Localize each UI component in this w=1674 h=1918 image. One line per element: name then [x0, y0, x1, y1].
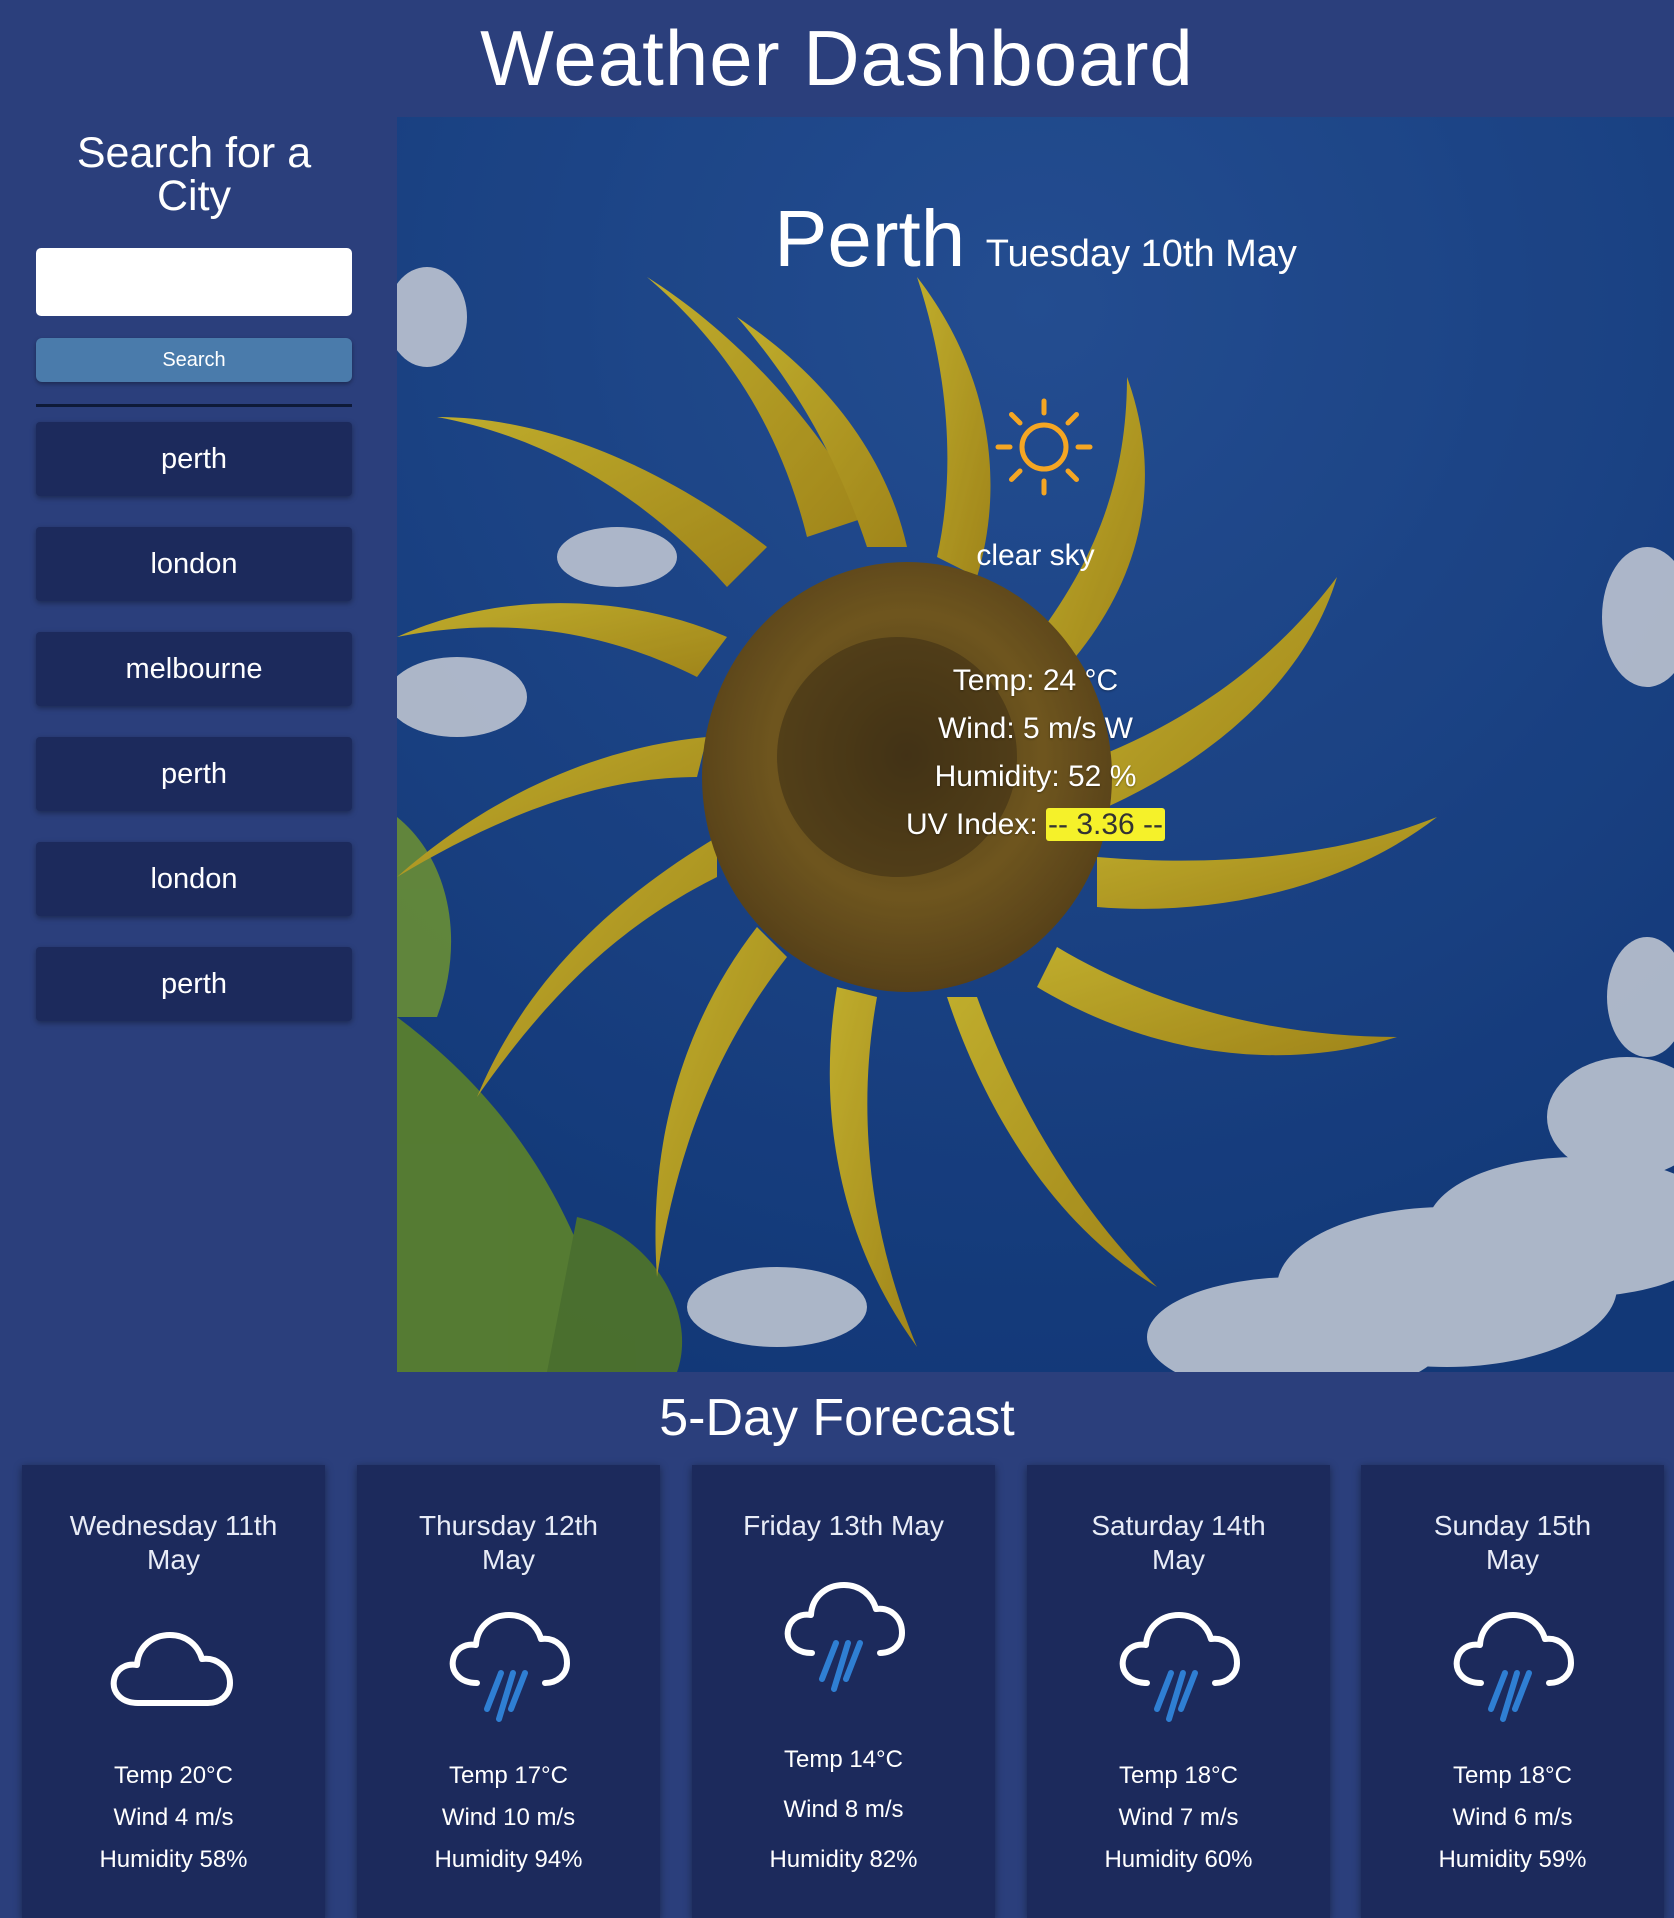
forecast-wind: Wind 6 m/s	[1452, 1804, 1573, 1831]
current-weather-content: Perth Tuesday 10th May clear sky Temp: 2…	[397, 117, 1674, 1372]
current-weather-panel: Perth Tuesday 10th May clear sky Temp: 2…	[397, 117, 1674, 1372]
rain-cloud-icon	[1453, 1612, 1574, 1722]
forecast-stats: Temp 17°C Wind 10 m/s Humidity 94%	[357, 1755, 660, 1881]
search-history-list: perth london melbourne perth london pert…	[36, 422, 352, 1021]
forecast-humidity: Humidity 82%	[769, 1846, 918, 1873]
search-button[interactable]: Search	[36, 338, 352, 382]
uv-index-row: UV Index: -- 3.36 --	[397, 801, 1674, 849]
page-title: Weather Dashboard	[480, 13, 1194, 102]
forecast-temp: Temp 18°C	[1453, 1762, 1572, 1789]
forecast-stats: Temp 14°C Wind 8 m/s Humidity 82%	[692, 1735, 995, 1885]
current-temp: Temp: 24 °C	[952, 664, 1119, 697]
forecast-stats: Temp 20°C Wind 4 m/s Humidity 58%	[22, 1755, 325, 1881]
forecast-date: Sunday 15th May	[1371, 1509, 1654, 1577]
forecast-temp: Temp 14°C	[784, 1746, 903, 1773]
history-item[interactable]: london	[36, 527, 352, 601]
forecast-stats: Temp 18°C Wind 7 m/s Humidity 60%	[1027, 1755, 1330, 1881]
sidebar: Search for a City Search perth london me…	[36, 118, 352, 1052]
forecast-date: Saturday 14th May	[1037, 1509, 1320, 1577]
forecast-date-line: Saturday 14th	[1091, 1510, 1266, 1541]
forecast-date-line: May	[147, 1544, 200, 1575]
forecast-wind: Wind 4 m/s	[113, 1804, 234, 1831]
forecast-date-line: May	[482, 1544, 535, 1575]
forecast-date-line: May	[1152, 1544, 1205, 1575]
app-header: Weather Dashboard	[0, 0, 1674, 116]
rain-cloud-icon	[1119, 1612, 1240, 1722]
forecast-date: Friday 13th May	[702, 1509, 985, 1543]
current-humidity: Humidity: 52 %	[934, 760, 1137, 793]
forecast-wind: Wind 8 m/s	[783, 1796, 904, 1823]
forecast-date: Thursday 12th May	[367, 1509, 650, 1577]
city-name: Perth	[774, 194, 966, 283]
uv-index-badge: -- 3.36 --	[1046, 808, 1166, 841]
forecast-title: 5-Day Forecast	[659, 1389, 1015, 1447]
current-date: Tuesday 10th May	[985, 233, 1297, 275]
uv-index-label: UV Index:	[905, 808, 1038, 841]
current-wind: Wind: 5 m/s W	[937, 712, 1133, 745]
forecast-date-line: Sunday 15th	[1433, 1510, 1592, 1541]
forecast-stats: Temp 18°C Wind 6 m/s Humidity 59%	[1361, 1755, 1664, 1881]
forecast-date-line: Thursday 12th	[419, 1510, 598, 1541]
forecast-card: Friday 13th May Temp 14°C Wind 8 m/s Hum…	[692, 1465, 995, 1918]
city-heading: Perth Tuesday 10th May	[397, 193, 1674, 285]
history-item[interactable]: perth	[36, 422, 352, 496]
forecast-card: Saturday 14th May Temp 18°C Wind 7 m/s H…	[1027, 1465, 1330, 1918]
sidebar-divider	[36, 404, 352, 407]
forecast-temp: Temp 17°C	[449, 1762, 568, 1789]
sun-icon	[995, 398, 1093, 496]
history-item[interactable]: london	[36, 842, 352, 916]
forecast-humidity: Humidity 59%	[1438, 1846, 1587, 1873]
forecast-humidity: Humidity 94%	[434, 1846, 583, 1873]
forecast-humidity: Humidity 60%	[1104, 1846, 1253, 1873]
sidebar-title: Search for a City	[76, 129, 312, 220]
forecast-date-line: Wednesday 11th	[69, 1510, 278, 1541]
cloud-icon	[110, 1632, 233, 1706]
city-search-input[interactable]	[36, 248, 352, 316]
rain-cloud-icon	[449, 1612, 570, 1722]
forecast-date: Wednesday 11th May	[32, 1509, 315, 1577]
rain-cloud-icon	[784, 1582, 905, 1692]
forecast-list: Wednesday 11th May Temp 20°C Wind 4 m/s …	[22, 1465, 1664, 1918]
forecast-wind: Wind 7 m/s	[1118, 1804, 1239, 1831]
forecast-date-line: May	[1486, 1544, 1539, 1575]
weather-condition: clear sky	[976, 539, 1095, 572]
forecast-card: Wednesday 11th May Temp 20°C Wind 4 m/s …	[22, 1465, 325, 1918]
history-item[interactable]: perth	[36, 947, 352, 1021]
history-item[interactable]: perth	[36, 737, 352, 811]
forecast-card: Thursday 12th May Temp 17°C Wind 10 m/s …	[357, 1465, 660, 1918]
forecast-temp: Temp 20°C	[114, 1762, 233, 1789]
history-item[interactable]: melbourne	[36, 632, 352, 706]
forecast-date-line: Friday 13th May	[743, 1510, 944, 1541]
current-stats: Temp: 24 °C Wind: 5 m/s W Humidity: 52 %…	[397, 657, 1674, 849]
forecast-humidity: Humidity 58%	[99, 1846, 248, 1873]
forecast-temp: Temp 18°C	[1119, 1762, 1238, 1789]
forecast-wind: Wind 10 m/s	[441, 1804, 576, 1831]
forecast-card: Sunday 15th May Temp 18°C Wind 6 m/s Hum…	[1361, 1465, 1664, 1918]
